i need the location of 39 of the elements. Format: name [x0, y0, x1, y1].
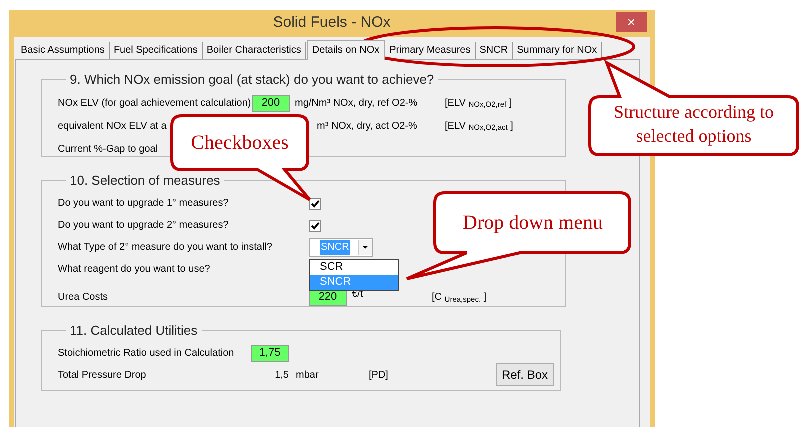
reference-label: [C $_{Urea,spec.}$ ] [432, 291, 487, 305]
window-title: Solid Fuels - NOx [273, 13, 391, 34]
close-button[interactable]: × [616, 12, 647, 32]
unit-label: m³ NOx, dry, act O2-% [316, 120, 418, 134]
tab[interactable]: Details on NOx [307, 40, 385, 60]
tab[interactable]: Basic Assumptions [17, 42, 110, 59]
caret-icon [358, 240, 372, 255]
field-label: Total Pressure Drop [58, 369, 148, 383]
tab[interactable]: SNCR [476, 42, 514, 59]
tab[interactable]: Primary Measures [386, 42, 476, 59]
field-label: Stoichiometric Ratio used in Calculation [58, 347, 236, 361]
unit-label: mg/Nm³ NOx, dry, ref O2-% [295, 96, 419, 110]
field-label: What reagent do you want to use? [58, 263, 212, 277]
unit-label: mbar [296, 369, 320, 383]
field-label: equivalent NOx ELV at a [58, 120, 168, 134]
reference-label: [ELV $_{NOx,O2,act}$ ] [445, 120, 514, 134]
checkbox[interactable] [309, 198, 321, 210]
field-label: Do you want to upgrade 1° measures? [58, 197, 230, 211]
field-label: What Type of 2° measure do you want to install? [58, 241, 274, 255]
group-title: 9. Which NOx emission goal (at stack) do you want to achieve? [69, 71, 436, 89]
callout-text: Structure according to selected options [613, 101, 775, 148]
callout-text: Drop down menu [462, 211, 604, 236]
field-label: Do you want to upgrade 2° measures? [58, 219, 230, 233]
tab[interactable]: Boiler Characteristics [202, 42, 306, 59]
tab[interactable]: Fuel Specifications [110, 42, 203, 59]
checkbox[interactable] [309, 220, 321, 232]
value-field[interactable]: 1,75 [251, 345, 289, 362]
field-label: Urea Costs [58, 291, 110, 305]
callout-text: Checkboxes [190, 131, 290, 155]
group-title: 10. Selection of measures [69, 172, 222, 190]
tab[interactable]: Summary for NOx [513, 42, 602, 59]
dropdown-option[interactable]: SCR [310, 260, 398, 274]
reference-label: [PD] [369, 369, 388, 383]
value-text: 1,5 [274, 369, 289, 383]
group-title: 11. Calculated Utilities [69, 322, 199, 340]
reference-label: [ELV $_{NOx,O2,ref}$ ] [445, 96, 512, 110]
value-field[interactable]: 200 [252, 94, 290, 112]
field-label: NOx ELV (for goal achievement calculation) [58, 96, 252, 110]
ref-box-button[interactable]: Ref. Box [496, 363, 554, 386]
